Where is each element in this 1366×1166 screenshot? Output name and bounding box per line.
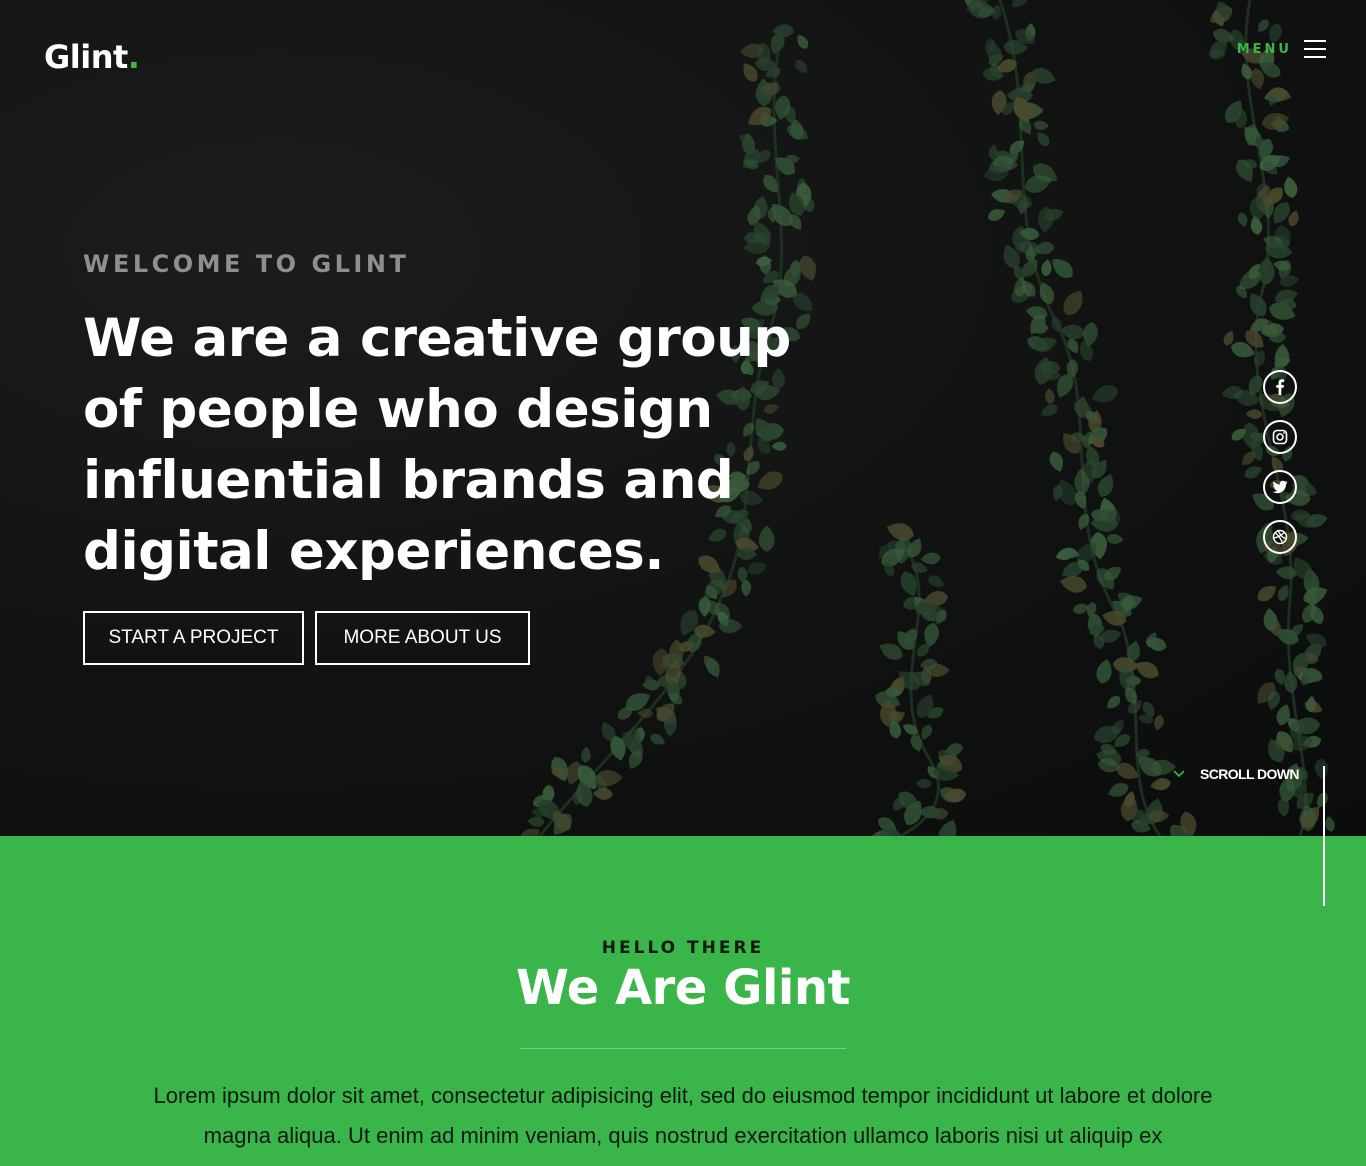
hamburger-icon [1304,38,1326,60]
ivy-leaf [987,209,1006,221]
ivy-leaf [928,575,945,587]
about-eyebrow: HELLO THERE [601,938,765,958]
ivy-leaf [1106,533,1124,544]
hero-eyebrow: WELCOME TO GLINT [83,250,410,278]
logo-text: Glint [44,38,128,76]
ivy-leaf [915,778,932,789]
glint-logo[interactable]: Glint. [44,38,140,76]
more-about-us-button[interactable]: MORE ABOUT US [315,611,530,665]
scroll-down-link[interactable]: SCROLL DOWN [1172,766,1300,782]
ivy-leaf [650,734,665,745]
ivy-leaf [1040,404,1058,417]
facebook-icon[interactable] [1263,370,1297,404]
social-links [1263,370,1297,554]
scroll-indicator-line [1323,766,1325,906]
ivy-leaf [1011,0,1028,8]
ivy-leaf [938,819,957,836]
ivy-leaf [1250,216,1263,235]
ivy-leaf [1049,451,1063,472]
start-project-button[interactable]: START A PROJECT [83,611,304,665]
ivy-leaf [1060,575,1088,593]
ivy-leaf [1107,696,1121,709]
ivy-leaf [581,746,591,763]
scroll-down-label: SCROLL DOWN [1200,766,1300,782]
ivy-leaf [1037,132,1050,146]
ivy-leaf [1257,586,1277,602]
about-lead-text: Lorem ipsum dolor sit amet, consectetur … [153,1083,1213,1148]
menu-label: MENU [1236,41,1292,57]
menu-toggle[interactable]: MENU [1237,38,1326,60]
ivy-leaf [1154,714,1164,731]
ivy-leaf [593,788,613,800]
ivy-leaf [1237,212,1248,228]
ivy-leaf [1092,385,1118,403]
ivy-leaf [1314,758,1328,781]
ivy-leaf [795,60,808,73]
ivy-leaf [1253,349,1265,367]
ivy-leaf [1096,658,1112,684]
ivy-leaf [1284,176,1298,198]
twitter-icon[interactable] [1263,470,1297,504]
ivy-leaf [1245,409,1263,420]
about-divider [520,1048,846,1049]
about-section: HELLO THERE We Are Glint Lorem ipsum dol… [0,836,1366,1166]
hero-section: Glint. MENU WELCOME TO GLINT We are a cr… [0,0,1366,836]
ivy-leaf [797,34,809,49]
dribbble-icon[interactable] [1263,520,1297,554]
ivy-leaf [1258,19,1269,32]
ivy-leaf [1325,816,1335,832]
chevron-down-icon [1173,770,1185,778]
ivy-leaf [1222,0,1247,2]
ivy-leaf [1045,388,1055,404]
ivy-leaf [1258,257,1275,285]
ivy-leaf [527,816,545,827]
logo-dot: . [127,38,140,76]
about-title: We Are Glint [515,960,851,1016]
ivy-leaf [1033,120,1049,130]
ivy-leaf [920,552,941,565]
ivy-leaf [1041,259,1052,277]
ivy-leaf [1249,293,1267,317]
hero-headline: We are a creative group of people who de… [83,308,791,582]
ivy-leaf [1052,259,1073,278]
ivy-leaf [1150,777,1171,791]
instagram-icon[interactable] [1263,420,1297,454]
ivy-leaf [1244,466,1262,479]
ivy-leaf [1063,290,1083,315]
